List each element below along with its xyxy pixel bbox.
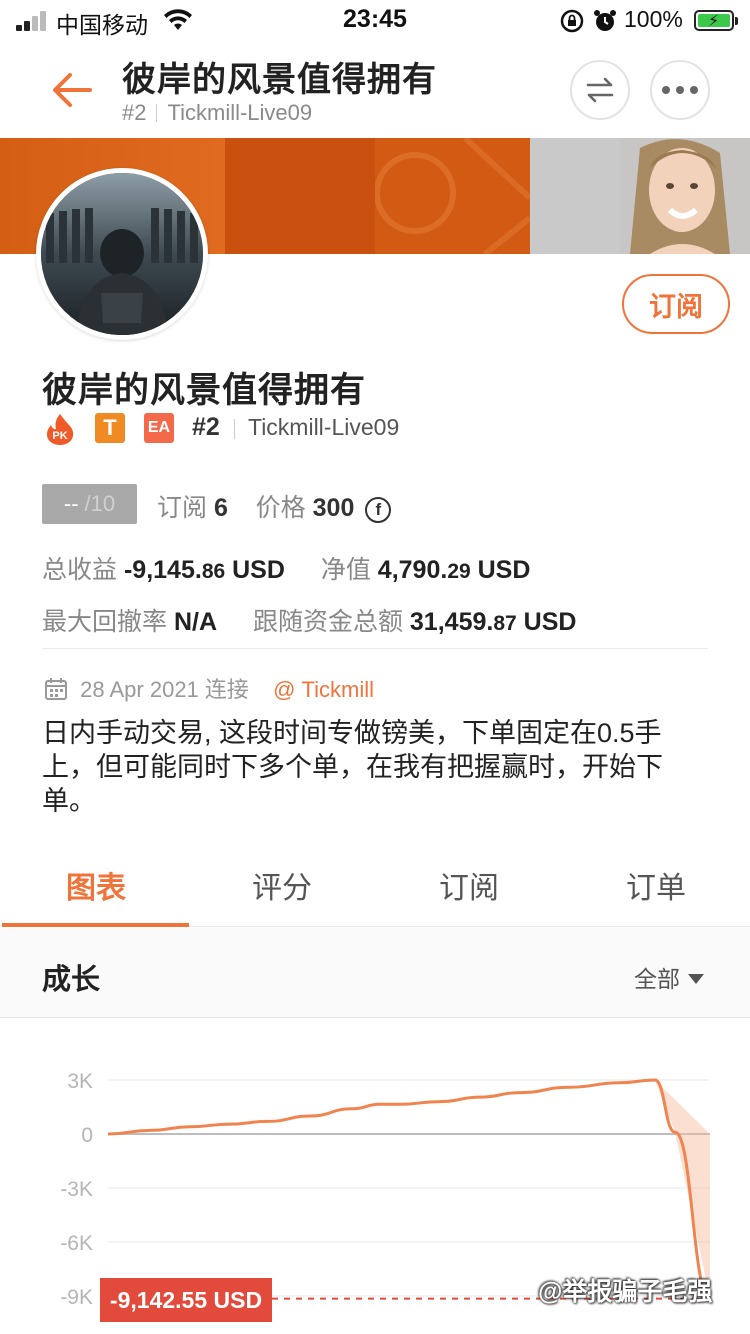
stats-row-2: 最大回撤率 N/A 跟随资金总额 31,459.87 USD	[42, 602, 576, 638]
connection-row: 28 Apr 2021 连接 @ Tickmill	[44, 672, 374, 704]
subscriptions-label: 订阅	[157, 494, 208, 522]
banner-photo	[620, 138, 750, 254]
caret-down-icon	[688, 974, 704, 984]
price-label: 价格	[255, 494, 306, 522]
strategy-description: 日内手动交易, 这段时间专做镑美，下单固定在0.5手上，但可能同时下多个单，在我…	[42, 718, 663, 816]
tab-indicator	[2, 923, 189, 927]
pk-badge-label: PK	[52, 430, 67, 442]
total-profit-label: 总收益	[42, 556, 118, 584]
profile-name: 彼岸的风景值得拥有	[42, 371, 367, 410]
ea-badge: EA	[144, 413, 174, 443]
drawdown-label: 最大回撤率	[42, 608, 168, 636]
growth-filter-dropdown[interactable]: 全部	[634, 960, 704, 994]
swap-button[interactable]	[570, 60, 630, 120]
follow-funds-label: 跟随资金总额	[252, 608, 403, 636]
status-bar: 中国移动 23:45 100% ⚡	[0, 0, 750, 40]
price-value: 300	[312, 494, 355, 522]
follow-funds-value: 31,459.87 USD	[409, 608, 577, 636]
alarm-icon	[594, 10, 616, 31]
t-badge: T	[95, 413, 125, 443]
drawdown-value: N/A	[173, 608, 218, 636]
area-fill	[655, 1080, 710, 1299]
total-profit-value: -9,145.86 USD	[123, 556, 285, 584]
header-account: Tickmill-Live09	[167, 100, 313, 125]
score-max: /10	[84, 491, 116, 516]
header-rank: #2	[122, 100, 147, 125]
tab-bar: 图表 评分 订阅 订单	[0, 845, 750, 927]
header-subtitle: #2 Tickmill-Live09	[122, 100, 312, 126]
banner-pattern	[375, 138, 530, 254]
growth-line	[107, 1078, 711, 1301]
y-tick-label: -6K	[60, 1232, 93, 1255]
rank-label: #2	[192, 413, 220, 441]
tab-rating[interactable]: 评分	[188, 863, 376, 907]
badge-row: PK T EA #2 Tickmill-Live09	[44, 412, 724, 446]
y-tick-label: 0	[81, 1124, 93, 1147]
swap-icon	[586, 77, 614, 103]
more-button[interactable]	[650, 60, 710, 120]
rank-divider	[234, 419, 235, 439]
connect-action: 连接	[204, 677, 249, 702]
calendar-icon	[45, 678, 67, 700]
y-tick-label: 3K	[67, 1070, 93, 1093]
connect-date: 28 Apr 2021	[80, 677, 199, 702]
subscription-row: 订阅 6 价格 300 f	[157, 488, 392, 524]
nav-header: 彼岸的风景值得拥有 #2 Tickmill-Live09	[0, 40, 750, 138]
score-value: --	[63, 491, 79, 516]
back-arrow-icon[interactable]	[50, 70, 94, 110]
current-value-tag: -9,142.55 USD	[100, 1278, 272, 1322]
tab-subscriptions[interactable]: 订阅	[375, 863, 563, 907]
currency-coin-icon: f	[365, 497, 392, 523]
growth-title: 成长	[42, 964, 101, 996]
score-box: --/10	[42, 484, 137, 524]
page-title: 彼岸的风景值得拥有	[122, 61, 437, 99]
y-tick-label: -9K	[60, 1286, 93, 1309]
equity-label: 净值	[320, 556, 371, 584]
subscriptions-value: 6	[213, 494, 228, 522]
equity-value: 4,790.29 USD	[377, 556, 531, 584]
watermark-text: @举报骗子毛强	[538, 1278, 713, 1306]
tab-orders[interactable]: 订单	[562, 863, 750, 907]
avatar	[36, 168, 208, 340]
account-label: Tickmill-Live09	[248, 414, 400, 440]
battery-percent: 100%	[624, 6, 683, 32]
growth-filter-label: 全部	[634, 966, 680, 992]
broker-link[interactable]: @ Tickmill	[273, 677, 374, 702]
y-tick-label: -3K	[60, 1178, 93, 1201]
more-icon	[662, 86, 670, 94]
tab-chart[interactable]: 图表	[2, 863, 190, 907]
rotation-lock-icon	[560, 9, 584, 33]
stats-row-1: 总收益 -9,145.86 USD 净值 4,790.29 USD	[42, 550, 530, 586]
battery-icon: ⚡	[694, 10, 738, 31]
divider	[42, 648, 708, 649]
subscribe-button[interactable]: 订阅	[622, 274, 730, 334]
avatar-image	[41, 173, 203, 335]
pk-flame-icon: PK	[47, 414, 74, 445]
